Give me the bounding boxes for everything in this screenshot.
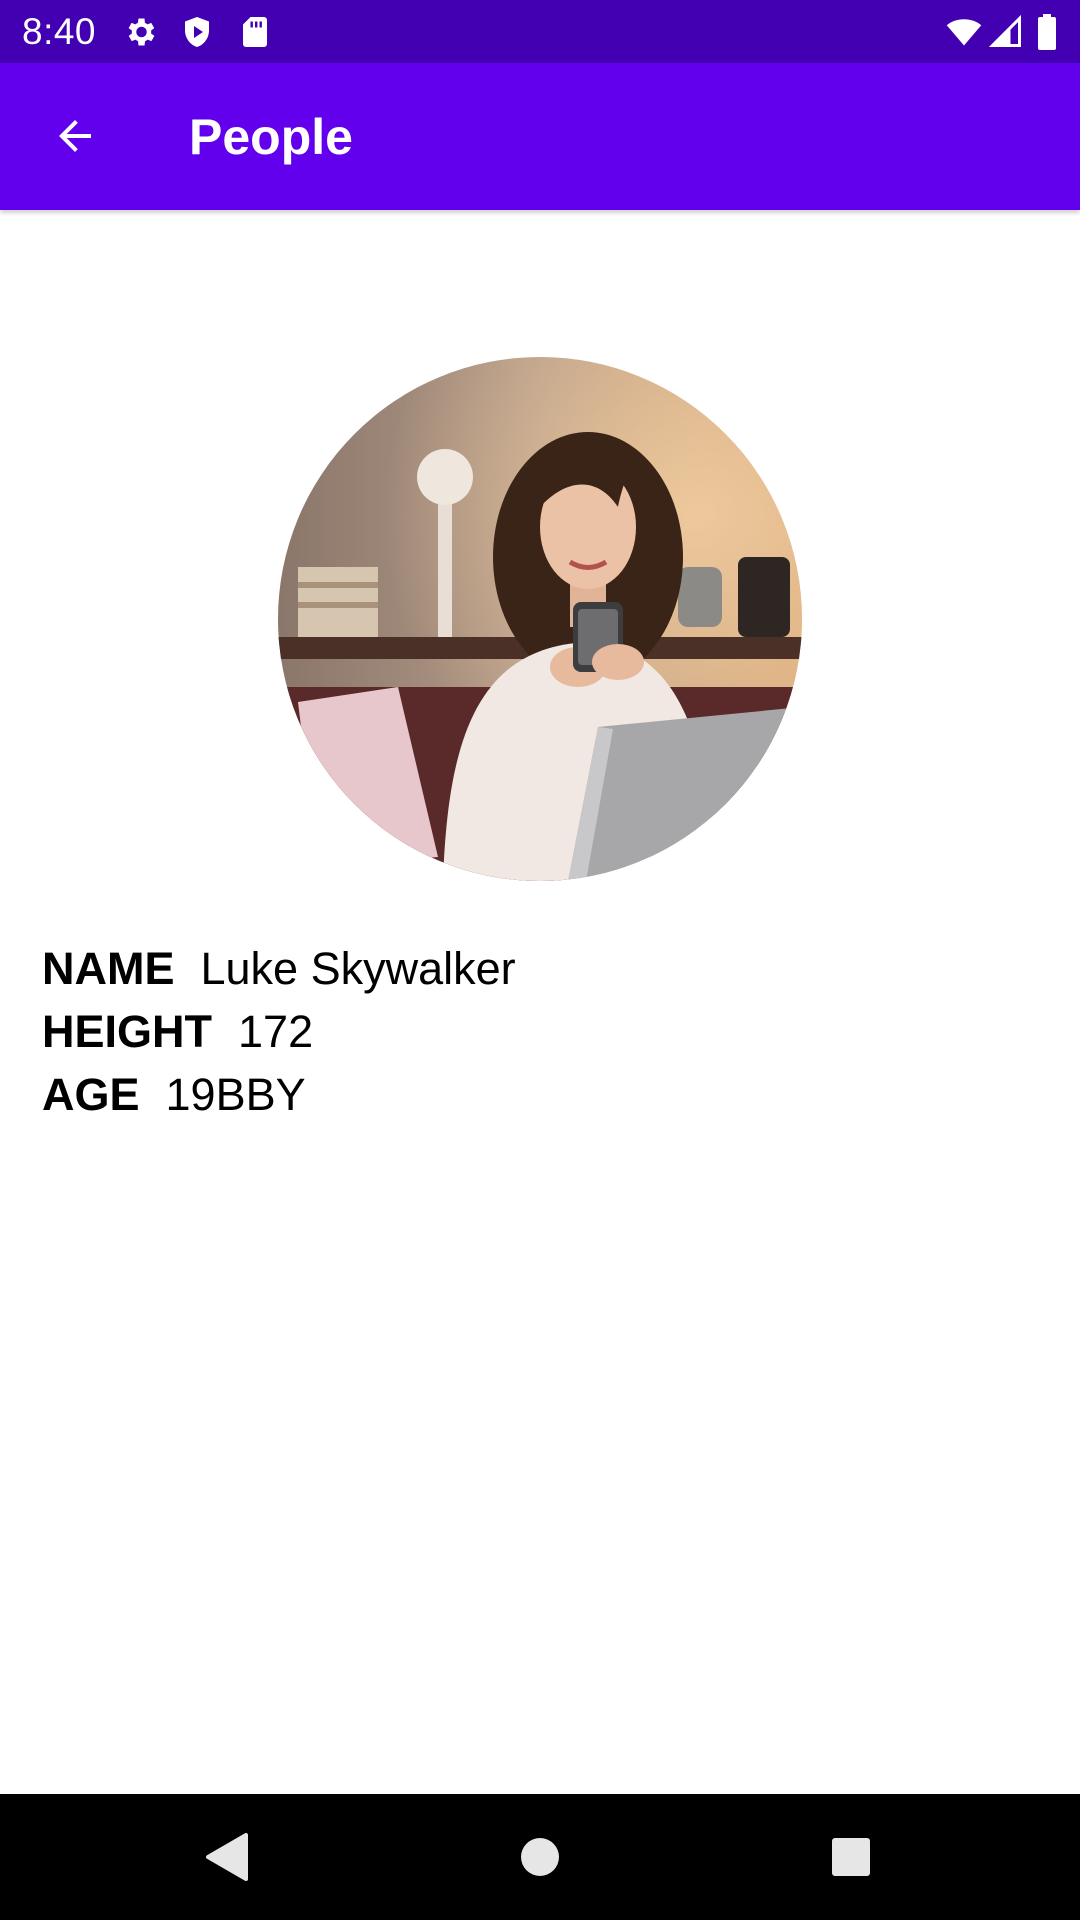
status-bar: 8:40	[0, 0, 1080, 63]
age-label: AGE	[42, 1069, 140, 1120]
shield-play-icon	[179, 14, 215, 50]
app-title: People	[189, 109, 353, 165]
name-row: NAME Luke Skywalker	[42, 941, 516, 997]
home-circle-icon	[521, 1838, 559, 1876]
age-value: 19BBY	[165, 1069, 306, 1120]
name-value: Luke Skywalker	[200, 943, 516, 994]
name-label: NAME	[42, 943, 175, 994]
back-button[interactable]	[36, 97, 114, 175]
age-row: AGE 19BBY	[42, 1067, 306, 1123]
back-triangle-icon	[206, 1833, 248, 1881]
profile-photo	[278, 357, 802, 881]
wifi-icon	[944, 14, 984, 50]
nav-recents-button[interactable]	[819, 1825, 883, 1889]
settings-icon	[122, 14, 158, 50]
battery-icon	[1030, 14, 1064, 50]
cell-signal-icon	[988, 14, 1024, 50]
nav-home-button[interactable]	[508, 1825, 572, 1889]
recents-square-icon	[832, 1838, 870, 1876]
height-row: HEIGHT 172	[42, 1004, 313, 1060]
sd-card-icon	[237, 14, 273, 50]
height-value: 172	[238, 1006, 314, 1057]
nav-back-button[interactable]	[194, 1825, 258, 1889]
system-nav-bar	[0, 1794, 1080, 1920]
status-time: 8:40	[22, 11, 97, 52]
app-bar: People	[0, 63, 1080, 210]
arrow-back-icon	[59, 120, 91, 152]
height-label: HEIGHT	[42, 1006, 213, 1057]
screen: 8:40 People NAME Luke Skywalker HEIGHT 1…	[0, 0, 1080, 1920]
